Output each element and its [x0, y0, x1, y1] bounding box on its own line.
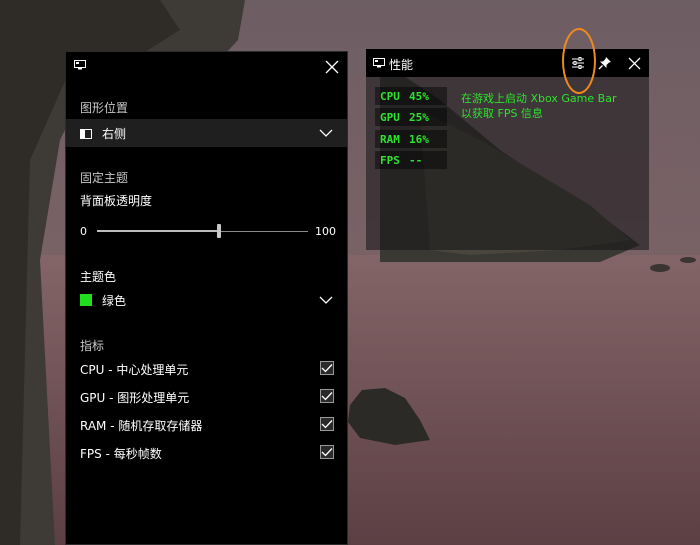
opacity-label: 背面板透明度	[80, 194, 153, 208]
pinned-theme-label: 固定主题	[80, 171, 129, 185]
metric-row-cpu[interactable]: CPU - 中心处理单元	[80, 359, 334, 379]
gpu-stat-value: 25%	[409, 111, 429, 124]
position-section-label: 图形位置	[80, 101, 129, 115]
checkmark-icon	[321, 392, 333, 401]
performance-widget-header[interactable]: 性能	[366, 49, 649, 77]
gpu-stat-label: GPU	[380, 111, 400, 124]
opacity-max-label: 100	[315, 225, 336, 238]
accent-color-label: 主题色	[80, 270, 117, 284]
metric-checkbox[interactable]	[320, 389, 334, 403]
metric-label: CPU - 中心处理单元	[80, 362, 189, 377]
close-icon[interactable]	[321, 56, 343, 78]
monitor-icon	[73, 59, 87, 71]
accent-color-value: 绿色	[102, 293, 127, 308]
opacity-min-label: 0	[80, 225, 87, 238]
metrics-section-label: 指标	[80, 339, 105, 353]
opacity-slider-thumb[interactable]	[217, 224, 222, 238]
accent-color-dropdown[interactable]: 绿色	[66, 286, 347, 314]
close-icon[interactable]	[624, 53, 644, 73]
fps-stat-value: --	[409, 154, 423, 167]
metric-row-ram[interactable]: RAM - 随机存取存储器	[80, 415, 334, 435]
accent-color-swatch	[80, 294, 92, 306]
metric-checkbox[interactable]	[320, 445, 334, 459]
fps-stat-label: FPS	[380, 154, 400, 167]
metric-label: FPS - 每秒帧数	[80, 446, 162, 461]
metric-row-fps[interactable]: FPS - 每秒帧数	[80, 443, 334, 463]
metric-label: GPU - 图形处理单元	[80, 390, 190, 405]
monitor-icon	[372, 57, 386, 69]
position-value: 右侧	[102, 126, 127, 141]
performance-widget-title: 性能	[389, 58, 414, 72]
position-dropdown[interactable]: 右侧	[66, 119, 347, 147]
pin-icon[interactable]	[596, 54, 614, 72]
fps-hint-line1: 在游戏上启动 Xbox Game Bar	[461, 92, 617, 105]
checkmark-icon	[321, 448, 333, 457]
chevron-down-icon	[319, 294, 333, 304]
metric-row-gpu[interactable]: GPU - 图形处理单元	[80, 387, 334, 407]
panel-right-icon	[80, 128, 92, 139]
opacity-slider-fill	[97, 230, 220, 232]
metric-checkbox[interactable]	[320, 417, 334, 431]
ram-stat-label: RAM	[380, 133, 400, 146]
chevron-down-icon	[319, 127, 333, 137]
checkmark-icon	[321, 364, 333, 373]
ram-stat-value: 16%	[409, 133, 429, 146]
cpu-stat-value: 45%	[409, 90, 429, 103]
performance-widget: 性能 CPU 45% GPU 25% RAM 16% FPS -- 在游戏上启动…	[366, 49, 649, 250]
cpu-stat-label: CPU	[380, 90, 400, 103]
checkmark-icon	[321, 420, 333, 429]
metric-checkbox[interactable]	[320, 361, 334, 375]
fps-hint-line2: 以获取 FPS 信息	[461, 107, 543, 120]
overlay-settings-panel: 图形位置 右侧 固定主题 背面板透明度 0 100 主题色 绿色 指标 CPU …	[65, 51, 348, 545]
metric-label: RAM - 随机存取存储器	[80, 418, 203, 433]
annotation-highlight-ring	[562, 28, 596, 94]
